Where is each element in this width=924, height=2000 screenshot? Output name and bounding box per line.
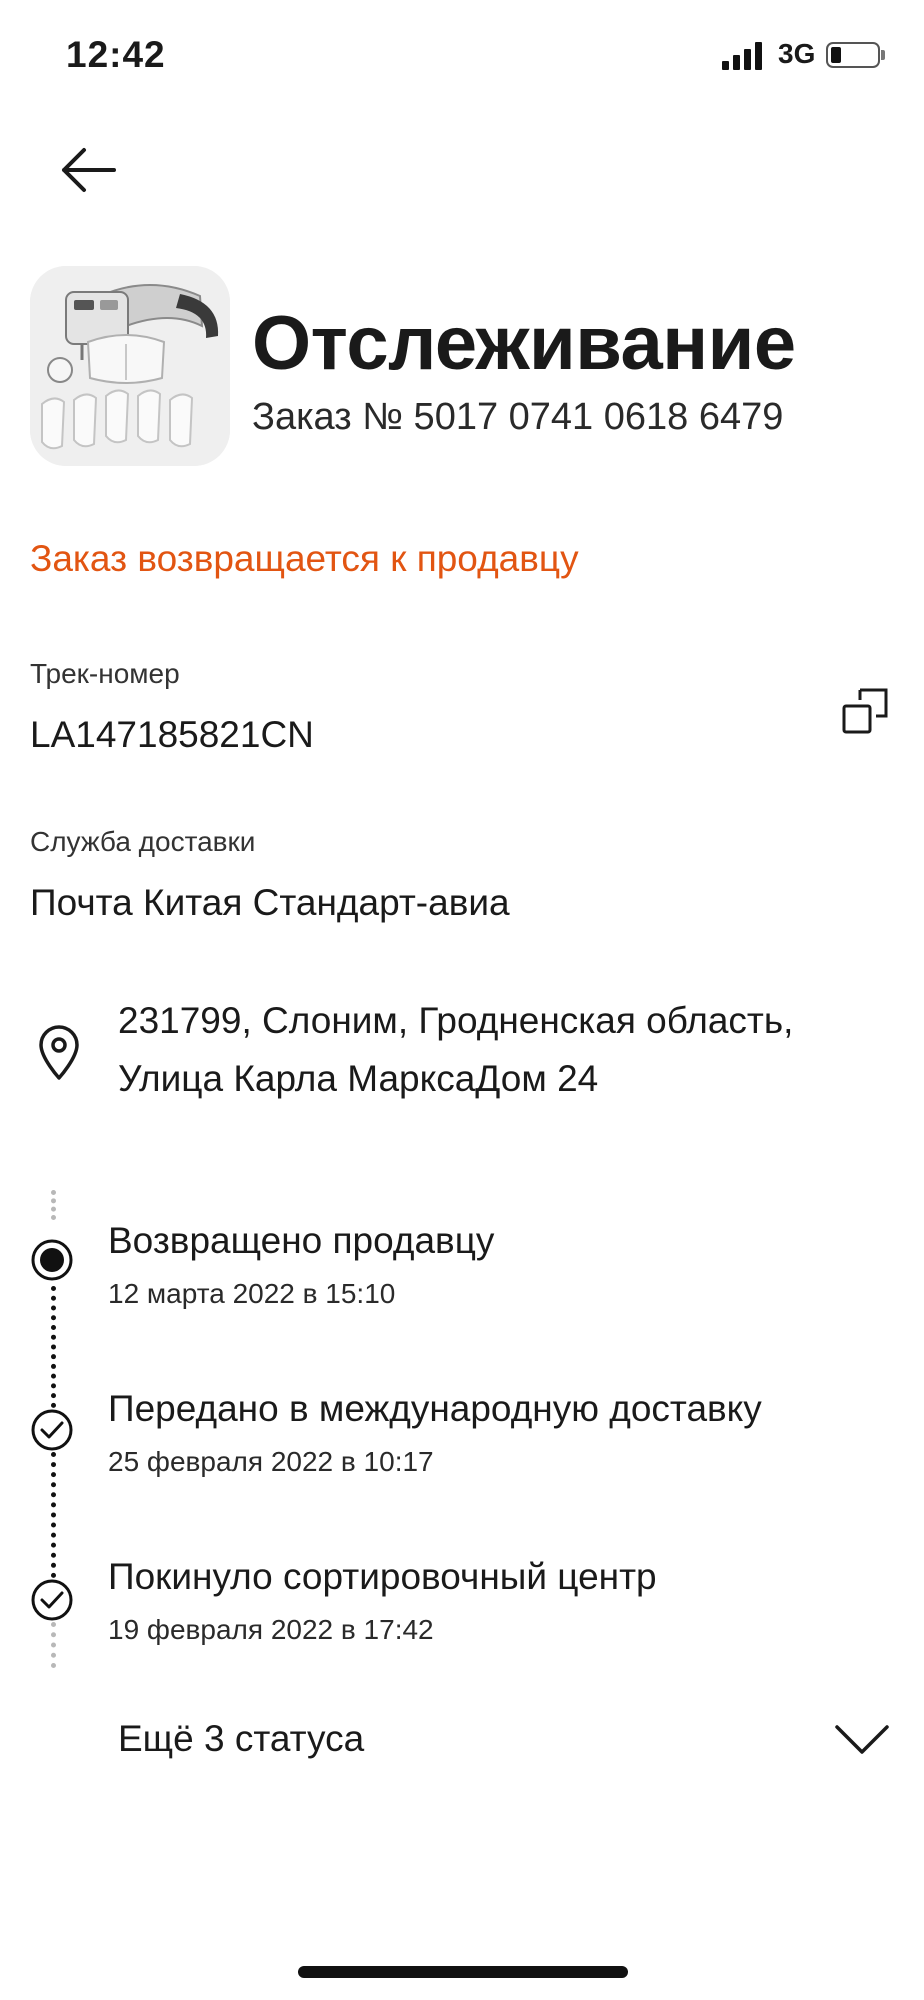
address-line-1: 231799, Слоним, Гродненская область, xyxy=(118,1000,794,1041)
battery-icon xyxy=(826,42,880,68)
show-more-statuses-label: Ещё 3 статуса xyxy=(118,1718,365,1759)
timeline-connector xyxy=(51,1286,60,1408)
order-status-text: Заказ возвращается к продавцу xyxy=(30,538,579,579)
timeline-marker-done xyxy=(30,1408,74,1452)
timeline-item-date: 19 февраля 2022 в 17:42 xyxy=(108,1614,434,1645)
timeline-connector-bottom xyxy=(51,1622,60,1668)
chevron-down-icon xyxy=(835,1725,889,1754)
tracking-number-value[interactable]: LA147185821CN xyxy=(30,714,314,756)
status-bar: 12:42 3G xyxy=(0,0,924,110)
timeline-item-date: 25 февраля 2022 в 10:17 xyxy=(108,1446,434,1477)
timeline-connector-top xyxy=(51,1190,60,1220)
page-title: Отслеживание xyxy=(252,301,796,386)
delivery-service-value: Почта Китая Стандарт-авиа xyxy=(30,882,510,923)
timeline-item-date: 12 марта 2022 в 15:10 xyxy=(108,1278,396,1309)
status-time: 12:42 xyxy=(66,34,166,75)
copy-icon xyxy=(842,688,888,734)
show-more-statuses-button[interactable]: Ещё 3 статуса xyxy=(118,1718,898,1778)
timeline-marker-current xyxy=(30,1238,74,1282)
timeline-item-title: Возвращено продавцу xyxy=(108,1220,495,1261)
delivery-service-label: Служба доставки xyxy=(30,826,256,857)
timeline-item-title: Покинуло сортировочный центр xyxy=(108,1556,657,1597)
address-line-2: Улица Карла МарксаДом 24 xyxy=(118,1058,599,1099)
arrow-left-icon xyxy=(62,148,116,192)
product-thumbnail xyxy=(30,266,230,466)
tracking-number-label: Трек-номер xyxy=(30,658,180,689)
copy-tracking-button[interactable] xyxy=(840,686,892,738)
back-button[interactable] xyxy=(56,140,120,200)
map-pin-icon xyxy=(36,1024,82,1082)
timeline-marker-done xyxy=(30,1578,74,1622)
order-number: Заказ № 5017 0741 0618 6479 xyxy=(252,396,784,438)
timeline-connector xyxy=(51,1452,60,1578)
network-type: 3G xyxy=(778,38,816,69)
home-indicator xyxy=(298,1966,628,1978)
timeline-item-title: Передано в международную доставку xyxy=(108,1388,762,1429)
check-circle-icon xyxy=(31,1409,73,1451)
filled-circle-icon xyxy=(31,1239,73,1281)
battery-tip xyxy=(881,50,885,60)
signal-strength-icon xyxy=(722,42,766,70)
check-circle-icon xyxy=(31,1579,73,1621)
